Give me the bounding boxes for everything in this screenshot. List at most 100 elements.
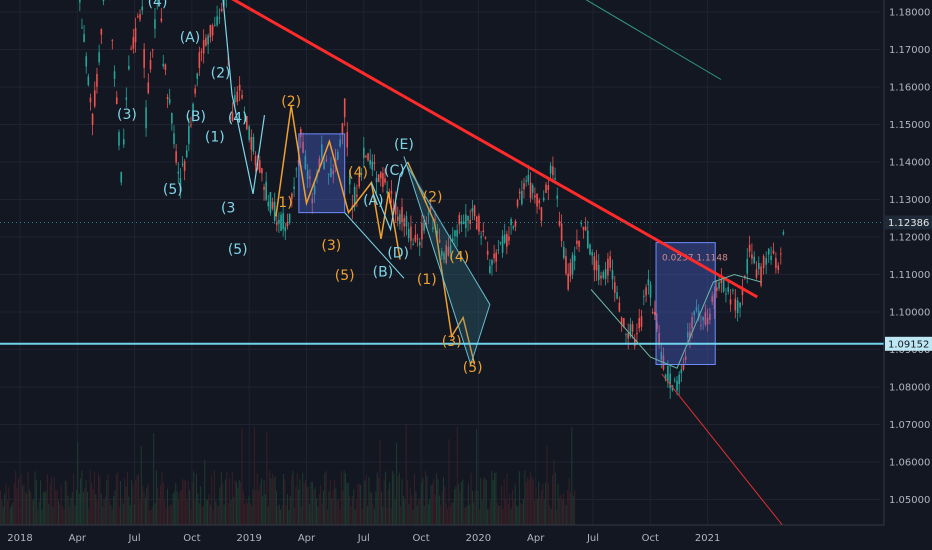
- candle-body: [122, 139, 125, 145]
- volume-bar: [440, 504, 442, 525]
- candle-body: [770, 255, 772, 261]
- candle-body: [625, 334, 627, 336]
- volume-bar: [1, 500, 3, 525]
- candle-body: [545, 184, 547, 193]
- volume-bar: [124, 478, 126, 525]
- volume-bar: [360, 484, 362, 525]
- volume-bar: [372, 504, 374, 525]
- time-axis: 2018 Apr Jul Oct 2019 Apr Jul Oct 2020 Apr Jul Oct 2…: [0, 524, 932, 550]
- volume-bar: [240, 482, 242, 525]
- candle-body: [141, 6, 144, 11]
- volume-bar: [327, 509, 329, 525]
- volume-bar: [418, 500, 420, 525]
- volume-bar: [500, 485, 502, 525]
- candle-body: [458, 215, 461, 225]
- volume-bar: [42, 492, 44, 525]
- candle-body: [220, 8, 223, 11]
- candle-body: [79, 0, 81, 3]
- volume-bar: [242, 491, 244, 525]
- candle-body: [130, 48, 132, 50]
- volume-bar: [207, 500, 208, 525]
- candle-body: [85, 56, 88, 67]
- candle-body: [482, 230, 485, 233]
- wave-label: (3: [221, 201, 235, 217]
- candle-body: [636, 332, 638, 334]
- volume-bar: [434, 494, 436, 525]
- wave-label: (2): [281, 94, 301, 110]
- volume-bar: [469, 504, 471, 525]
- volume-bar: [289, 495, 291, 525]
- volume-bar: [264, 494, 266, 525]
- volume-bar: [357, 483, 359, 525]
- candle-body: [205, 37, 207, 46]
- volume-bar: [164, 500, 166, 525]
- volume-bar: [111, 508, 113, 525]
- volume-bar: [496, 502, 498, 525]
- volume-bar: [292, 471, 294, 525]
- candle-body: [371, 161, 374, 170]
- candle-body: [373, 162, 376, 164]
- candle-body: [595, 260, 598, 271]
- volume-bar: [560, 495, 562, 525]
- wave-label: (2): [423, 189, 443, 205]
- price-tick-label: 1.13000: [889, 195, 930, 206]
- volume-bar: [539, 497, 541, 525]
- candle-body: [718, 282, 720, 289]
- volume-bar: [166, 488, 168, 525]
- volume-bar: [40, 480, 42, 525]
- wave-label: (3): [442, 334, 462, 350]
- volume-bar: [546, 445, 548, 525]
- volume-bar: [52, 506, 54, 525]
- candle-body: [365, 156, 367, 158]
- volume-bar: [543, 499, 545, 525]
- candle-body: [343, 98, 346, 118]
- volume-bar: [22, 485, 24, 525]
- candle-body: [538, 200, 541, 204]
- volume-bar: [383, 479, 385, 525]
- wave-label: (1): [417, 272, 437, 288]
- candle-body: [168, 98, 171, 104]
- volume-bar: [386, 507, 388, 525]
- candle-body: [753, 256, 756, 264]
- candle-body: [89, 97, 92, 103]
- volume-bar: [444, 486, 446, 525]
- candle-body: [198, 52, 201, 68]
- candle-body: [558, 220, 561, 226]
- candle-body: [527, 174, 530, 182]
- volume-bar: [391, 470, 393, 525]
- candle-body: [467, 215, 469, 221]
- volume-bar: [238, 479, 240, 525]
- volume-bar: [394, 499, 396, 525]
- candle-body: [762, 256, 765, 268]
- candle-body: [136, 16, 139, 18]
- volume-bar: [427, 504, 429, 525]
- volume-bar: [456, 426, 458, 525]
- volume-bar: [274, 476, 276, 525]
- price-tick-label: 1.06000: [889, 458, 930, 469]
- candle-body: [83, 33, 85, 43]
- volume-bar: [291, 475, 293, 525]
- candle-body: [469, 219, 472, 224]
- price-label-text: 1.12386: [888, 218, 929, 229]
- volume-bar: [339, 508, 341, 525]
- volume-bar: [171, 505, 173, 525]
- candle-body: [241, 94, 243, 99]
- wave-label: (D): [387, 246, 409, 262]
- candle-body: [175, 151, 177, 163]
- price-tick-label: 1.10000: [889, 308, 930, 319]
- volume-bar: [184, 479, 186, 525]
- volume-bar: [325, 471, 327, 525]
- candle-body: [503, 234, 506, 243]
- volume-bar: [15, 470, 17, 525]
- volume-bar: [523, 498, 525, 525]
- volume-bar: [481, 500, 483, 525]
- volume-bar: [245, 500, 247, 525]
- volume-bar: [525, 482, 527, 525]
- volume-bar: [499, 505, 501, 525]
- candle-body: [647, 279, 650, 285]
- volume-bar: [414, 473, 415, 525]
- candle-body: [96, 73, 98, 87]
- candle-body: [727, 287, 730, 292]
- volume-bar: [429, 499, 431, 525]
- candle-body: [623, 318, 625, 327]
